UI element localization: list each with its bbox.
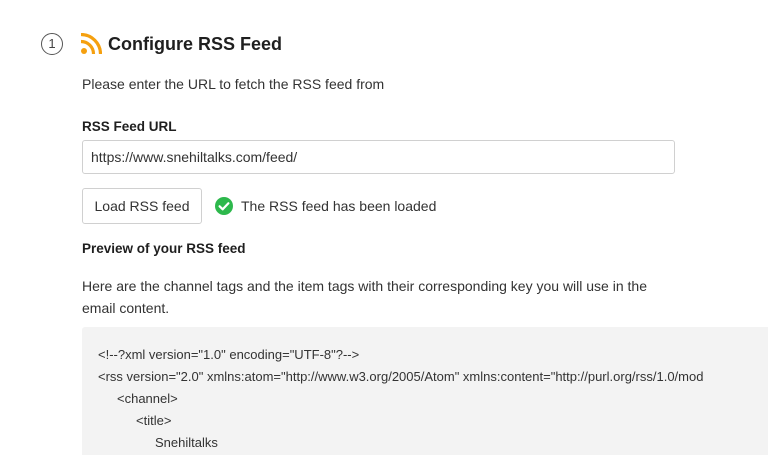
preview-line-rss-open: <rss version="2.0" xmlns:atom="http://ww… — [98, 369, 704, 384]
section-title: Configure RSS Feed — [108, 34, 283, 54]
rss-icon — [80, 33, 102, 55]
rss-url-label: RSS Feed URL — [82, 119, 177, 134]
load-rss-feed-button[interactable]: Load RSS feed — [82, 188, 202, 224]
rss-url-input[interactable] — [82, 140, 675, 174]
step-number-badge: 1 — [41, 33, 63, 55]
preview-description: Here are the channel tags and the item t… — [82, 278, 647, 316]
preview-heading: Preview of your RSS feed — [82, 241, 246, 256]
load-status-text: The RSS feed has been loaded — [241, 198, 437, 214]
preview-line-xml-declaration: <!--?xml version="1.0" encoding="UTF-8"?… — [98, 347, 360, 362]
preview-line-title-value: Snehiltalks — [155, 435, 218, 450]
check-circle-icon — [215, 197, 233, 215]
preview-line-title-open: <title> — [136, 413, 172, 428]
rss-feed-preview: <!--?xml version="1.0" encoding="UTF-8"?… — [82, 327, 768, 455]
intro-text: Please enter the URL to fetch the RSS fe… — [82, 76, 385, 92]
preview-line-channel-open: <channel> — [117, 391, 178, 406]
